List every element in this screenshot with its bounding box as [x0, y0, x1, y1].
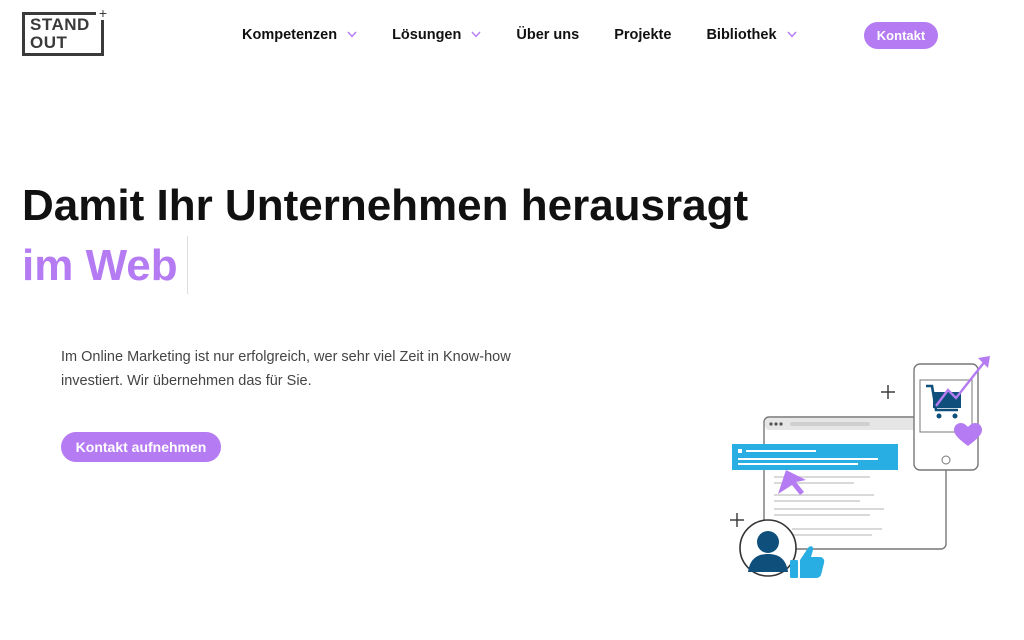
hero-accent-text: im Web [22, 241, 178, 290]
nav-item-loesungen[interactable]: Lösungen [392, 27, 481, 43]
contact-button[interactable]: Kontakt [864, 22, 938, 49]
page: STAND OUT + Kompetenzen Lösungen Über un… [0, 0, 1024, 640]
main-navigation: Kompetenzen Lösungen Über uns Projekte B… [242, 25, 832, 45]
nav-item-projekte[interactable]: Projekte [614, 27, 671, 43]
contact-cta-button[interactable]: Kontakt aufnehmen [61, 432, 221, 462]
hero-title: Damit Ihr Unternehmen herausragt [22, 181, 749, 230]
nav-item-label: Kompetenzen [242, 27, 338, 43]
logo[interactable]: STAND OUT + [22, 6, 110, 60]
logo-text: STAND OUT [30, 16, 90, 52]
nav-item-label: Projekte [614, 27, 672, 43]
chevron-down-icon [787, 31, 797, 39]
logo-line-1: STAND [30, 15, 90, 34]
chevron-down-icon [471, 31, 481, 39]
nav-item-kompetenzen[interactable]: Kompetenzen [242, 27, 357, 43]
hero-description: Im Online Marketing ist nur erfolgreich,… [61, 349, 511, 389]
logo-plus: + [96, 6, 110, 20]
nav-item-label: Lösungen [392, 27, 462, 43]
plus-icon [730, 513, 744, 527]
logo-line-2: OUT [30, 33, 68, 52]
nav-item-label: Über uns [516, 27, 580, 43]
phone-graphic [913, 363, 979, 471]
chevron-down-icon [347, 31, 357, 39]
nav-item-ueber-uns[interactable]: Über uns [516, 27, 579, 43]
user-icon [739, 519, 797, 577]
nav-item-bibliothek[interactable]: Bibliothek [706, 27, 797, 43]
nav-item-label: Bibliothek [706, 27, 777, 43]
typing-caret [187, 236, 188, 294]
hero-illustration [730, 356, 990, 578]
plus-icon [881, 385, 895, 399]
search-result-highlight-graphic [732, 444, 898, 470]
